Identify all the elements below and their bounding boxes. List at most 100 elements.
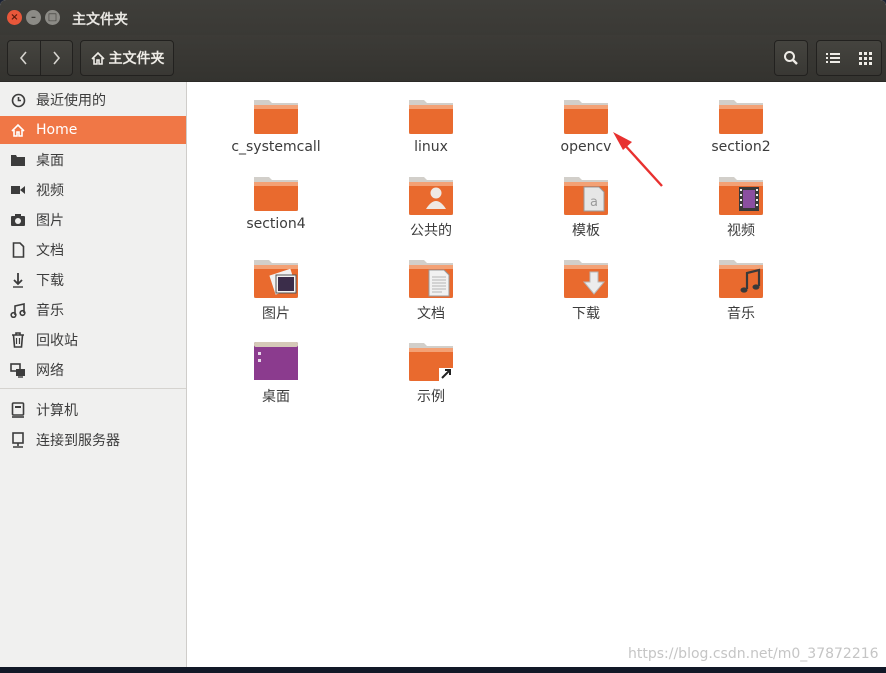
sidebar-item-connect-server[interactable]: 连接到服务器: [0, 426, 186, 454]
sidebar-item-network[interactable]: 网络: [0, 356, 186, 384]
folder-icon: [409, 100, 453, 134]
sidebar-item-recent[interactable]: 最近使用的: [0, 86, 186, 114]
minimize-button[interactable]: –: [26, 10, 41, 25]
clock-icon: [11, 93, 25, 107]
folder-icon: [719, 100, 763, 134]
file-item-section4[interactable]: section4: [201, 173, 351, 232]
sidebar-item-label: 下载: [36, 273, 64, 289]
file-item-c-systemcall[interactable]: c_systemcall: [201, 96, 351, 155]
file-grid: c_systemcall linux opencv section2 secti…: [187, 82, 886, 667]
sidebar-item-label: 网络: [36, 363, 64, 379]
chevron-right-icon: [53, 51, 61, 65]
computer-icon: [11, 402, 25, 418]
sidebar-item-trash[interactable]: 回收站: [0, 326, 186, 354]
sidebar-item-computer[interactable]: 计算机: [0, 396, 186, 424]
file-item-documents[interactable]: 文档: [356, 256, 506, 323]
forward-button[interactable]: [39, 41, 73, 75]
sidebar-item-downloads[interactable]: 下载: [0, 266, 186, 294]
sidebar-item-desktop[interactable]: 桌面: [0, 146, 186, 174]
toolbar: 主文件夹: [0, 35, 886, 82]
home-icon: [90, 51, 105, 65]
music-folder-icon: [719, 260, 763, 298]
sidebar-item-label: 最近使用的: [36, 93, 106, 109]
videos-folder-icon: [719, 177, 763, 215]
file-label: 示例: [417, 389, 445, 405]
list-view-icon: [826, 53, 840, 63]
file-item-downloads[interactable]: 下载: [511, 256, 661, 323]
sidebar-item-label: 图片: [36, 213, 64, 229]
file-item-linux[interactable]: linux: [356, 96, 506, 155]
file-label: section4: [246, 216, 306, 232]
file-label: 音乐: [727, 306, 755, 322]
file-label: c_systemcall: [231, 139, 321, 155]
search-button[interactable]: [774, 40, 808, 76]
back-button[interactable]: [8, 41, 40, 75]
file-item-public[interactable]: 公共的: [356, 173, 506, 240]
sidebar-item-label: 视频: [36, 183, 64, 199]
sidebar-item-documents[interactable]: 文档: [0, 236, 186, 264]
red-arrow-icon: [613, 132, 663, 187]
sidebar-item-label: 计算机: [36, 403, 78, 419]
sidebar-item-label: 文档: [36, 243, 64, 259]
navigation-buttons: [7, 40, 73, 76]
desktop-background-strip: [0, 667, 886, 673]
file-label: section2: [711, 139, 771, 155]
document-icon: [12, 242, 24, 258]
sidebar-item-pictures[interactable]: 图片: [0, 206, 186, 234]
title-bar: × – □ 主文件夹: [0, 0, 886, 35]
file-label: linux: [414, 139, 448, 155]
documents-folder-icon: [409, 260, 453, 298]
examples-folder-icon: [409, 343, 453, 381]
file-item-section2[interactable]: section2: [666, 96, 816, 155]
sidebar: 最近使用的 Home 桌面 视频 图片 文档 下载 音乐 回收站 网络 计算机 …: [0, 82, 187, 667]
folder-icon: [254, 100, 298, 134]
desktop-folder-icon: [11, 155, 25, 166]
sidebar-item-label: Home: [36, 122, 78, 138]
sidebar-item-label: 音乐: [36, 303, 64, 319]
file-label: 文档: [417, 306, 445, 322]
sidebar-item-music[interactable]: 音乐: [0, 296, 186, 324]
grid-view-icon: [858, 51, 872, 65]
sidebar-item-videos[interactable]: 视频: [0, 176, 186, 204]
file-label: 模板: [572, 223, 600, 239]
path-bar-home[interactable]: 主文件夹: [80, 40, 174, 76]
file-label: 公共的: [410, 223, 452, 239]
file-item-pictures[interactable]: 图片: [201, 256, 351, 323]
pictures-folder-icon: [254, 260, 298, 298]
file-label: 图片: [262, 306, 290, 322]
sidebar-item-label: 连接到服务器: [36, 433, 120, 449]
chevron-left-icon: [19, 51, 27, 65]
sidebar-divider: [0, 388, 186, 389]
file-manager-window: × – □ 主文件夹 主文件夹 最近使用的 Home 桌面 视频 图片 文档 下…: [0, 0, 886, 667]
file-item-desktop[interactable]: 桌面: [201, 339, 351, 406]
server-icon: [12, 432, 24, 448]
camera-icon: [11, 214, 25, 226]
svg-text:a: a: [590, 195, 598, 210]
trash-icon: [12, 332, 24, 348]
folder-icon: [254, 177, 298, 211]
watermark: https://blog.csdn.net/m0_37872216: [628, 646, 879, 662]
sidebar-item-home[interactable]: Home: [0, 116, 186, 144]
templates-folder-icon: a: [564, 177, 608, 215]
downloads-folder-icon: [564, 260, 608, 298]
download-icon: [13, 273, 23, 288]
list-view-button[interactable]: [816, 40, 850, 76]
file-label: 视频: [727, 223, 755, 239]
sidebar-item-label: 桌面: [36, 153, 64, 169]
file-label: 桌面: [262, 389, 290, 405]
folder-icon: [564, 100, 608, 134]
maximize-button[interactable]: □: [45, 10, 60, 25]
video-icon: [11, 186, 25, 194]
home-icon: [11, 123, 25, 137]
public-folder-icon: [409, 177, 453, 215]
window-title: 主文件夹: [72, 12, 128, 28]
file-label: 下载: [572, 306, 600, 322]
grid-view-button[interactable]: [849, 40, 882, 76]
file-label: opencv: [560, 139, 612, 155]
file-item-music[interactable]: 音乐: [666, 256, 816, 323]
file-item-videos[interactable]: 视频: [666, 173, 816, 240]
close-button[interactable]: ×: [7, 10, 22, 25]
file-item-examples[interactable]: 示例: [356, 339, 506, 406]
network-icon: [10, 362, 25, 378]
desktop-folder-icon: [254, 342, 298, 380]
